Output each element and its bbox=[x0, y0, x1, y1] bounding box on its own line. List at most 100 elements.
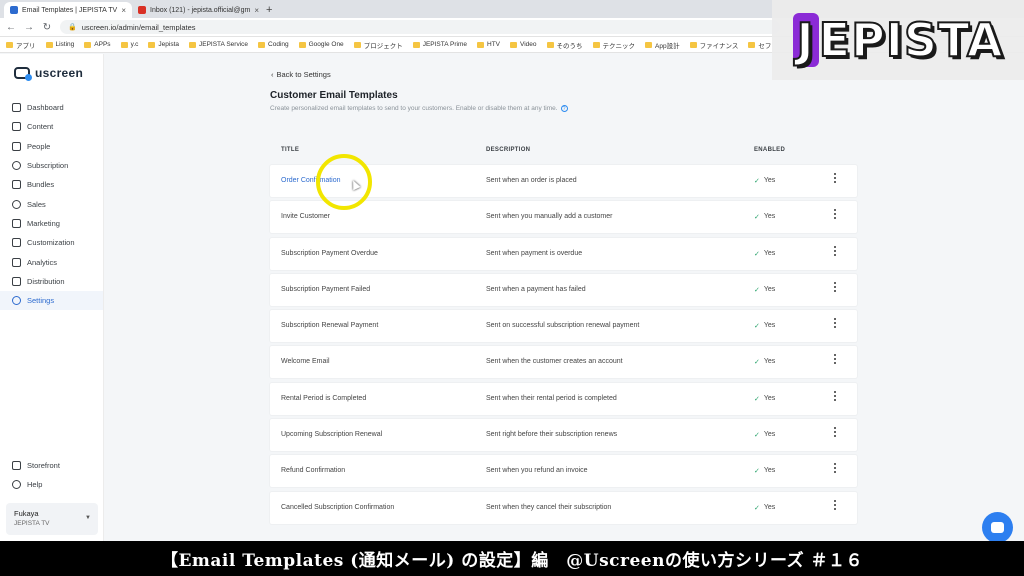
check-icon: ✓ bbox=[754, 359, 760, 367]
folder-icon bbox=[258, 41, 266, 48]
help-icon[interactable]: ? bbox=[560, 105, 568, 112]
back-label: Back to Settings bbox=[276, 70, 331, 79]
more-options-icon[interactable] bbox=[832, 463, 838, 475]
back-arrow-icon[interactable]: ← bbox=[6, 22, 16, 33]
uscreen-favicon-icon bbox=[10, 6, 18, 14]
check-icon: ✓ bbox=[754, 432, 760, 440]
bookmark-item[interactable]: セフ bbox=[748, 40, 771, 50]
browser-tab-inbox[interactable]: Inbox (121) - jepista.official@gm × bbox=[132, 2, 260, 18]
more-options-icon[interactable] bbox=[832, 427, 838, 439]
account-switcher[interactable]: Fukaya JEPISTA TV ▼ bbox=[6, 502, 98, 535]
template-title[interactable]: Cancelled Subscription Confirmation bbox=[281, 504, 394, 511]
bookmark-item[interactable]: ファイナンス bbox=[689, 40, 738, 50]
table-row[interactable]: Welcome Email Sent when the customer crea… bbox=[270, 346, 857, 379]
more-options-icon[interactable] bbox=[832, 390, 838, 403]
template-description: Sent when payment is overdue bbox=[486, 249, 583, 257]
sidebar-item-help[interactable]: Help bbox=[0, 475, 104, 494]
sidebar-item-sales[interactable]: Sales bbox=[0, 194, 103, 213]
template-description: Sent when they cancel their subscription bbox=[486, 503, 612, 511]
folder-icon bbox=[298, 41, 306, 48]
table-row[interactable]: Upcoming Subscription Renewal Sent right … bbox=[270, 419, 857, 452]
url-input[interactable]: 🔒 uscreen.io/admin/email_templates bbox=[60, 20, 780, 34]
folder-icon bbox=[84, 41, 92, 48]
bookmark-label: プロジェクト bbox=[363, 42, 403, 50]
subtitle-text: Create personalized email templates to s… bbox=[270, 105, 558, 112]
sidebar-item-label: Bundles bbox=[27, 180, 55, 190]
account-name: Fukaya bbox=[14, 508, 39, 518]
bookmark-item[interactable]: そのうち bbox=[546, 40, 583, 50]
table-row[interactable]: Rental Period is Completed Sent when thei… bbox=[270, 382, 857, 415]
template-title[interactable]: Invite Customer bbox=[281, 213, 330, 220]
template-title[interactable]: Welcome Email bbox=[281, 358, 330, 365]
table-row[interactable]: Subscription Renewal Payment Sent on succ… bbox=[270, 310, 857, 343]
back-to-settings-link[interactable]: ‹ Back to Settings bbox=[271, 70, 331, 79]
sidebar-item-content[interactable]: Content bbox=[0, 117, 103, 136]
bookmark-label: APPs bbox=[94, 41, 111, 48]
bookmark-label: アプリ bbox=[16, 42, 36, 50]
browser-tab-email-templates[interactable]: Email Templates | JEPISTA TV × bbox=[4, 2, 132, 18]
sidebar-item-bundles[interactable]: Bundles bbox=[0, 175, 103, 194]
chat-widget-button[interactable] bbox=[982, 512, 1013, 543]
reload-icon[interactable]: ↻ bbox=[42, 22, 52, 33]
bookmark-item[interactable]: App設計 bbox=[645, 40, 680, 50]
check-icon: ✓ bbox=[754, 504, 760, 512]
more-options-icon[interactable] bbox=[832, 499, 838, 512]
enabled-label: Yes bbox=[763, 503, 776, 511]
table-row[interactable]: Cancelled Subscription Confirmation Sent … bbox=[270, 491, 857, 524]
bookmark-item[interactable]: HTV bbox=[477, 41, 500, 48]
enabled-label: Yes bbox=[763, 467, 776, 475]
bookmark-item[interactable]: テクニック bbox=[592, 40, 636, 50]
bookmark-item[interactable]: APPs bbox=[84, 41, 111, 48]
bookmark-item[interactable]: y.c bbox=[120, 41, 138, 48]
folder-icon bbox=[592, 41, 600, 48]
enabled-status: ✓ Yes bbox=[754, 213, 775, 221]
chat-icon bbox=[991, 522, 1004, 533]
bookmark-item[interactable]: Listing bbox=[45, 41, 74, 48]
template-title[interactable]: Refund Confirmation bbox=[281, 467, 345, 474]
sidebar-item-people[interactable]: People bbox=[0, 137, 103, 156]
more-options-icon[interactable] bbox=[832, 245, 838, 258]
refresh-icon bbox=[12, 161, 21, 171]
sidebar-item-storefront[interactable]: Storefront bbox=[0, 456, 104, 475]
template-title[interactable]: Subscription Payment Failed bbox=[281, 286, 370, 293]
sidebar-item-customization[interactable]: Customization bbox=[0, 233, 103, 252]
sidebar-item-label: Dashboard bbox=[27, 103, 64, 113]
more-options-icon[interactable] bbox=[832, 173, 838, 185]
close-icon[interactable]: × bbox=[121, 6, 126, 15]
template-description: Sent when you refund an invoice bbox=[486, 467, 588, 475]
check-icon: ✓ bbox=[754, 250, 760, 258]
table-row[interactable]: Subscription Payment Failed Sent when a p… bbox=[270, 273, 857, 306]
bookmark-item[interactable]: JEPISTA Service bbox=[189, 41, 248, 48]
table-row[interactable]: Refund Confirmation Sent when you refund … bbox=[270, 455, 857, 488]
more-options-icon[interactable] bbox=[832, 318, 838, 330]
sidebar-item-subscription[interactable]: Subscription bbox=[0, 156, 103, 175]
bookmark-item[interactable]: アプリ bbox=[6, 40, 36, 50]
new-tab-button[interactable]: + bbox=[260, 2, 278, 18]
sidebar-item-settings[interactable]: Settings bbox=[0, 290, 103, 311]
sidebar-item-marketing[interactable]: Marketing bbox=[0, 214, 103, 233]
template-title[interactable]: Subscription Payment Overdue bbox=[281, 250, 378, 257]
template-title[interactable]: Rental Period is Completed bbox=[281, 395, 366, 402]
enabled-status: ✓ Yes bbox=[754, 177, 775, 185]
bookmark-item[interactable]: JEPISTA Prime bbox=[412, 41, 467, 48]
bookmark-item[interactable]: Jepista bbox=[148, 41, 179, 48]
enabled-label: Yes bbox=[763, 213, 776, 221]
uscreen-logo[interactable]: uscreen bbox=[0, 54, 103, 92]
close-icon[interactable]: × bbox=[254, 6, 259, 15]
bookmark-label: テクニック bbox=[602, 42, 636, 50]
sidebar-item-distribution[interactable]: Distribution bbox=[0, 272, 103, 291]
table-row[interactable]: Subscription Payment Overdue Sent when pa… bbox=[270, 237, 857, 270]
forward-arrow-icon[interactable]: → bbox=[24, 22, 34, 33]
sidebar-item-dashboard[interactable]: Dashboard bbox=[0, 98, 103, 117]
bookmark-item[interactable]: プロジェクト bbox=[353, 40, 403, 50]
template-title[interactable]: Upcoming Subscription Renewal bbox=[281, 431, 382, 438]
template-title[interactable]: Subscription Renewal Payment bbox=[281, 322, 378, 329]
sidebar-item-analytics[interactable]: Analytics bbox=[0, 252, 103, 271]
bookmark-item[interactable]: Video bbox=[510, 41, 537, 48]
more-options-icon[interactable] bbox=[832, 281, 838, 294]
more-options-icon[interactable] bbox=[832, 209, 838, 221]
bookmark-item[interactable]: Coding bbox=[258, 41, 289, 48]
bookmark-item[interactable]: Google One bbox=[298, 41, 344, 48]
more-options-icon[interactable] bbox=[832, 354, 838, 366]
sidebar-item-label: Sales bbox=[27, 199, 46, 209]
